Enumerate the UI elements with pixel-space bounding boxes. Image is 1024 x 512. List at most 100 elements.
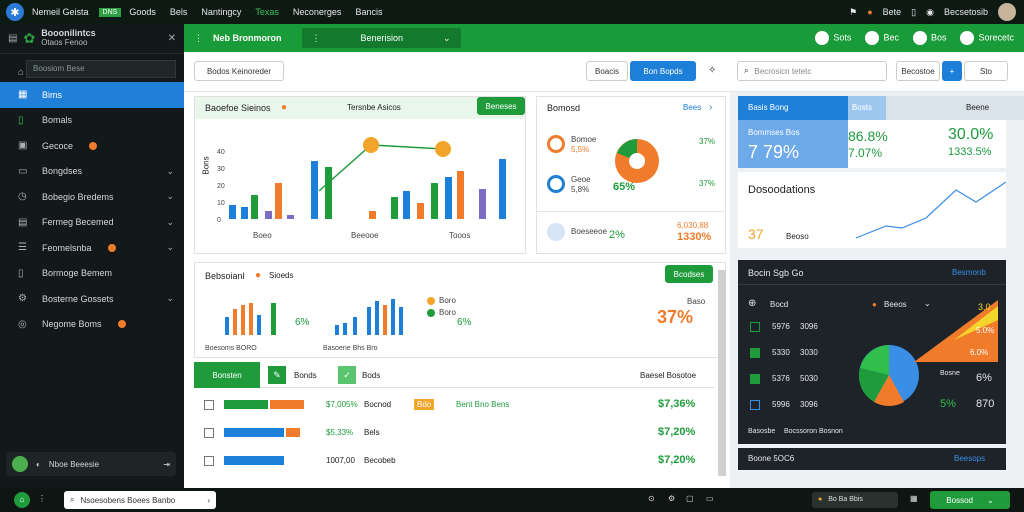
clipboard-icon[interactable]: ▢ [686,494,694,503]
row-checkbox[interactable] [204,400,214,410]
tab-beene[interactable]: Beene [886,96,1024,120]
menu-icon[interactable]: ⋮ [38,494,46,503]
table-row[interactable]: 1007,00 Becobeb $7,20% [194,448,714,474]
chart-bar [251,195,258,219]
footer-link[interactable]: Beesops [954,454,985,463]
check-icon[interactable]: ✓ [338,366,356,384]
legend-checkbox[interactable] [750,400,760,410]
sidebar-item-bongdses[interactable]: ▭ Bongdses ⌄ [0,159,184,185]
card-action-button[interactable]: Bcodses [665,265,713,283]
sort-button[interactable]: Becostoe [896,61,940,81]
sidebar-item-feomelsnba[interactable]: ☰ Feomelsnba ⌄ [0,235,184,261]
avatar[interactable] [998,3,1016,21]
panel-link[interactable]: Besmonb [952,268,986,277]
row-checkbox[interactable] [204,428,214,438]
search-icon: ⌕ [744,66,749,75]
sidebar-item-bims[interactable]: ▦ Bims [0,82,184,108]
tab-bonds[interactable]: Bonds [294,371,317,380]
primary-action-button[interactable]: Bossod ⌄ [930,491,1010,509]
toolbar-button-1[interactable]: Boacis [586,61,628,81]
filter-dropdown[interactable]: Beeos [884,300,907,309]
chart-bar [311,161,318,219]
donut-value: 65% [613,181,636,193]
nav-nantingcy[interactable]: Nantingcy [201,7,241,17]
home-icon[interactable]: ⌂ [14,492,30,508]
sidebar-item-bobegio[interactable]: ◷ Bobegio Bredems ⌄ [0,184,184,210]
row-checkbox[interactable] [204,456,214,466]
logout-icon[interactable]: ⇥ [163,460,170,469]
footer-right: Basoene Bhs Bro [323,345,378,352]
sidebar-item-bomals[interactable]: ▯ Bomals [0,108,184,134]
legend-checkbox[interactable] [750,348,760,358]
chevron-right-icon[interactable]: › [709,102,712,113]
edit-icon[interactable]: ✎ [268,366,286,384]
lock-icon[interactable]: ⊙ [648,494,655,503]
pin-icon[interactable]: ⚑ [849,7,857,18]
nav-bancis[interactable]: Bancis [355,7,382,17]
top-right-link[interactable]: Bete [883,7,902,17]
filter-button[interactable]: Bodos Keinoreder [194,61,284,81]
fire-icon: ● [872,300,877,309]
archive-icon[interactable]: ▭ [706,494,714,503]
metric-card: Bommses Bos 7 79% [738,120,848,168]
grid-icon[interactable]: ▦ [910,494,918,503]
chevron-down-icon[interactable]: ⌄ [166,166,174,177]
card-action-button[interactable]: Beneses [477,97,525,115]
footer-value-1: 6,030,88 [677,221,709,230]
settings-icon[interactable]: ⚙ [668,494,675,503]
card-subtitle: Tersnbe Asicos [347,103,401,112]
chevron-down-icon[interactable]: ⌄ [166,242,174,253]
sidebar-item-fermeg[interactable]: ▤ Fermeg Becemed ⌄ [0,210,184,236]
legend-checkbox[interactable] [750,374,760,384]
clipboard-icon[interactable]: ▯ [911,7,916,18]
sidebar-item-negome[interactable]: ◎ Negome Boms [0,312,184,338]
bottom-search-input[interactable]: ⌕ Nsoesobens Boees Banbo › [64,491,216,509]
sidebar-item-gecoce[interactable]: ▣ Gecoce [0,133,184,159]
greenbar-link-bos[interactable]: Bos [912,31,946,45]
nav-bels[interactable]: Bels [170,7,188,17]
toolbar-button-3[interactable]: Sto [964,61,1008,81]
chevron-down-icon[interactable]: ⌄ [166,217,174,228]
chevron-down-icon[interactable]: ⌄ [166,293,174,304]
menu-icon[interactable]: ⋮ [194,33,203,44]
sidebar-item-bormoge[interactable]: ▯ Bormoge Bemem [0,261,184,287]
tab-bonsten[interactable]: Bonsten [194,362,260,388]
toolbar-button-2[interactable]: Bon Bopds [630,61,696,81]
tab-basis-bong[interactable]: Basis Bong [738,96,848,120]
add-button[interactable]: + [942,61,962,81]
sidebar-user-card[interactable]: ◐ Nboe Beeesie ⇥ [6,452,176,476]
card-link[interactable]: Bees [683,103,701,112]
language-select[interactable]: ● Bo Ba Bbis [812,492,898,508]
app-logo-icon[interactable]: ✱ [6,3,24,21]
menu-icon[interactable]: ▤ [8,33,17,44]
chart-bar [445,177,452,219]
scrollbar[interactable] [718,270,726,476]
clock-icon: ◷ [18,191,27,203]
toolbar-search-input[interactable]: ⌕ Becrosicn tetetc [737,61,887,81]
nav-texas[interactable]: Texas [255,7,279,17]
greenbar-link-sots[interactable]: Sots [815,31,851,45]
nav-goods[interactable]: Goods [129,7,156,17]
chevron-down-icon[interactable]: ⌄ [166,191,174,202]
bag-icon [363,137,379,153]
sidebar-item-bosterne[interactable]: ⚙ Bosterne Gossets ⌄ [0,286,184,312]
view-select[interactable]: ⋮ Benerision ⌄ [301,28,461,48]
greenbar-link-sorecetc[interactable]: Sorecetc [960,31,1014,45]
nav-neconerges[interactable]: Neconerges [293,7,342,17]
user-name[interactable]: Becsetosib [944,7,988,17]
user-icon[interactable]: ◉ [926,7,934,18]
settings-icon: ⚙ [18,293,27,305]
metric-card: 30.0% 1333.5% [928,120,1006,168]
legend-checkbox[interactable] [750,322,760,332]
table-row[interactable]: $5,33% Bels $7,20% [194,420,714,446]
greenbar-link-bec[interactable]: Bec [865,31,899,45]
table-row[interactable]: $7,005% Bocnod Bdo Bent Bno Bens $7,36% [194,392,714,418]
chart-bar [431,183,438,219]
footer-button[interactable]: Boone 5OC6 [748,454,794,463]
tab-bods[interactable]: Bods [362,371,380,380]
close-icon[interactable]: ✕ [168,33,176,44]
sidebar-item-home[interactable]: ⌂ [0,62,184,82]
notification-icon[interactable]: ● [867,7,872,17]
magic-icon[interactable]: ✧ [708,65,716,76]
tab-bosts[interactable]: Bosts [848,96,886,120]
